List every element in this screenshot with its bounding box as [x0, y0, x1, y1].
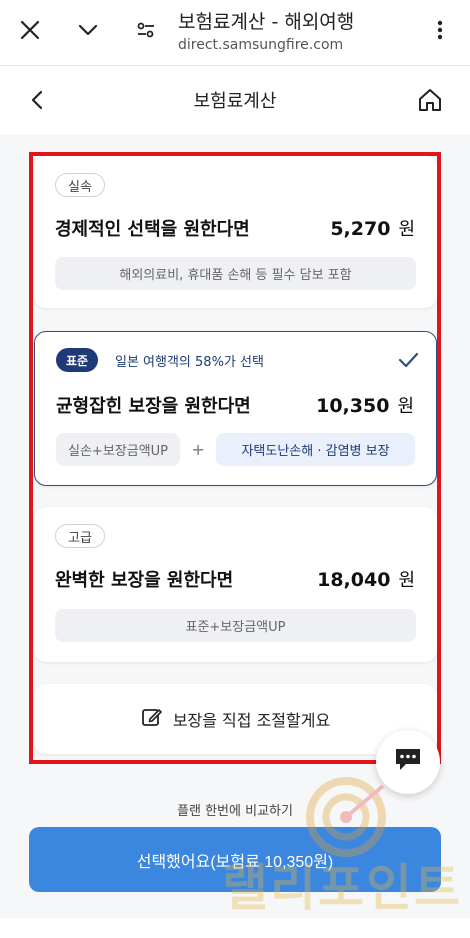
plan-title: 균형잡힌 보장을 원한다면 [56, 396, 251, 417]
coverage-chip-extra: 자택도난손해 · 감염병 보장 [216, 433, 415, 466]
coverage-chips: 실손+보장금액UP + 자택도난손해 · 감염병 보장 [56, 433, 415, 466]
price-value: 5,270 [330, 218, 391, 240]
popularity-note: 일본 여행객의 58%가 선택 [115, 355, 264, 370]
plan-description: 표준+보장금액UP [55, 609, 416, 642]
plan-title: 완벽한 보장을 원한다면 [55, 570, 234, 591]
tier-badge: 실속 [55, 173, 105, 197]
custom-coverage-label: 보장을 직접 조절할게요 [172, 711, 331, 730]
tune-icon[interactable] [128, 12, 164, 48]
coverage-chip-base: 실손+보장금액UP [56, 433, 181, 466]
browser-bar: 보험료계산 - 해외여행 direct.samsungfire.com [0, 0, 470, 66]
browser-page-title: 보험료계산 - 해외여행 [178, 11, 355, 33]
plan-price: 5,270 원 [330, 215, 415, 241]
home-icon[interactable] [414, 84, 446, 116]
tier-badge: 고급 [55, 524, 105, 548]
price-unit: 원 [398, 570, 415, 591]
bottom-edge [0, 918, 470, 938]
more-vert-icon[interactable] [422, 12, 458, 48]
plan-price: 18,040 원 [317, 566, 415, 592]
chat-icon [394, 747, 422, 777]
plan-description: 해외의료비, 휴대품 손해 등 필수 담보 포함 [55, 257, 416, 290]
price-unit: 원 [398, 219, 415, 240]
check-icon [396, 348, 420, 372]
plan-price: 10,350 원 [316, 392, 414, 418]
select-plan-button[interactable]: 선택했어요(보험료 10,350원) [29, 827, 441, 892]
tier-badge: 표준 [56, 348, 99, 372]
compare-plans-link[interactable]: 플랜 한번에 비교하기 [0, 800, 470, 819]
plan-card-standard[interactable]: 표준 일본 여행객의 58%가 선택 균형잡힌 보장을 원한다면 10,350 원… [34, 331, 437, 486]
page-title: 보험료계산 [193, 91, 277, 112]
plus-sign: + [191, 440, 205, 459]
close-icon[interactable] [12, 12, 48, 48]
edit-icon [141, 706, 163, 732]
price-value: 10,350 [316, 395, 390, 417]
custom-coverage-button[interactable]: 보장을 직접 조절할게요 [34, 684, 437, 754]
browser-url[interactable]: direct.samsungfire.com [178, 37, 343, 53]
chevron-down-icon[interactable] [70, 12, 106, 48]
page-header: 보험료계산 [0, 66, 470, 134]
price-value: 18,040 [317, 569, 391, 591]
plan-card-premium[interactable]: 고급 완벽한 보장을 원한다면 18,040 원 표준+보장금액UP [34, 507, 437, 662]
chat-button[interactable] [376, 730, 440, 794]
plan-card-basic[interactable]: 실속 경제적인 선택을 원한다면 5,270 원 해외의료비, 휴대품 손해 등 … [34, 156, 437, 308]
plan-title: 경제적인 선택을 원한다면 [55, 219, 250, 240]
price-unit: 원 [397, 396, 414, 417]
